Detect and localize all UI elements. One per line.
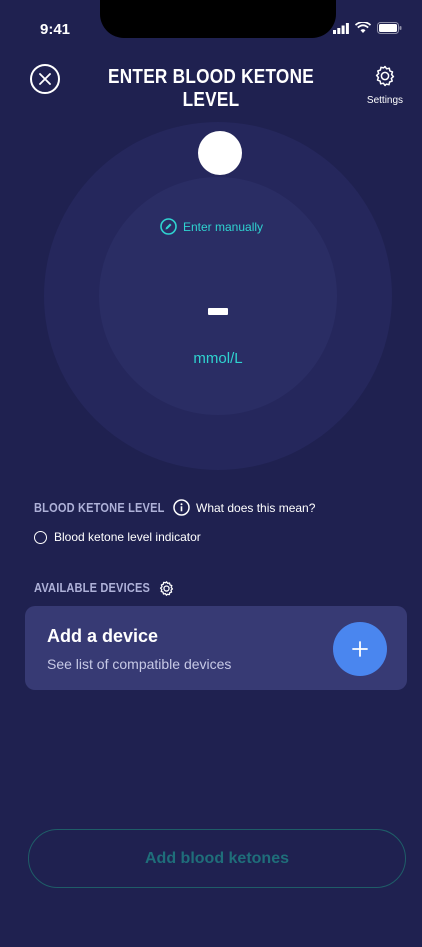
edit-icon — [160, 218, 177, 235]
add-device-card[interactable]: Add a device See list of compatible devi… — [25, 606, 407, 690]
settings-button[interactable]: Settings — [360, 64, 410, 106]
add-device-button[interactable] — [333, 622, 387, 676]
status-bar: 9:41 — [0, 0, 422, 44]
status-icons — [333, 22, 402, 34]
close-icon — [39, 73, 51, 85]
ketone-value-placeholder — [208, 308, 228, 315]
add-device-subtitle: See list of compatible devices — [47, 656, 232, 672]
info-icon — [173, 499, 190, 516]
battery-icon — [377, 22, 402, 34]
wifi-icon — [355, 22, 371, 33]
notch — [100, 0, 336, 38]
available-devices-label: AVAILABLE DEVICES — [34, 580, 151, 595]
page-title: ENTER BLOOD KETONE LEVEL — [108, 66, 314, 111]
ketone-level-indicator[interactable]: Blood ketone level indicator — [34, 530, 201, 544]
enter-manually-link[interactable]: Enter manually — [160, 218, 263, 235]
blood-ketone-section-label: BLOOD KETONE LEVEL — [34, 500, 165, 515]
what-does-this-mean-link[interactable]: What does this mean? — [173, 499, 315, 516]
status-time: 9:41 — [40, 21, 71, 38]
gear-icon — [375, 65, 395, 87]
unit-label: mmol/L — [193, 350, 243, 367]
enter-manually-label: Enter manually — [183, 219, 264, 234]
settings-label: Settings — [366, 95, 404, 106]
plus-icon — [352, 641, 368, 657]
indicator-label: Blood ketone level indicator — [54, 530, 201, 544]
add-device-title: Add a device — [47, 626, 159, 646]
signal-icon — [333, 22, 349, 34]
devices-gear-icon[interactable] — [158, 580, 175, 597]
indicator-radio[interactable] — [34, 530, 47, 544]
gauge-slider-knob[interactable] — [198, 131, 242, 175]
close-button[interactable] — [30, 64, 60, 94]
add-blood-ketones-button[interactable]: Add blood ketones — [28, 829, 406, 888]
gauge-inner-circle — [99, 177, 337, 415]
what-link-label: What does this mean? — [196, 500, 316, 515]
